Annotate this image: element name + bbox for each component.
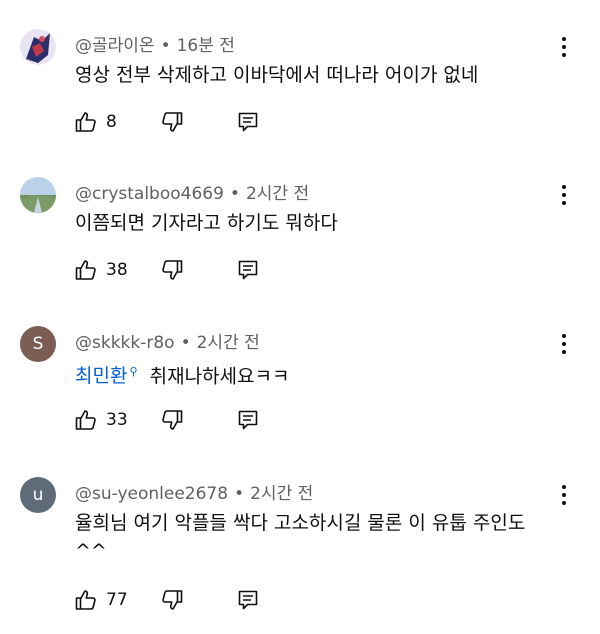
- dislike-button[interactable]: [160, 407, 184, 433]
- author-handle[interactable]: @crystalboo4669: [75, 184, 224, 204]
- more-vertical-icon[interactable]: [555, 35, 573, 59]
- more-vertical-icon[interactable]: [555, 183, 573, 207]
- avatar[interactable]: [20, 29, 56, 65]
- comment-time[interactable]: 16분 전: [177, 36, 235, 56]
- dislike-button[interactable]: [160, 257, 184, 283]
- dislike-button[interactable]: [160, 109, 184, 135]
- reply-button[interactable]: [236, 257, 260, 283]
- reply-icon: [238, 112, 258, 132]
- thumbs-up-icon: [75, 260, 96, 280]
- reply-icon: [238, 260, 258, 280]
- comment-actions: 77: [74, 587, 294, 613]
- author-handle[interactable]: @골라이온: [75, 36, 155, 56]
- comment-meta: @crystalboo4669 • 2시간 전: [75, 179, 309, 204]
- comment-time[interactable]: 2시간 전: [250, 484, 313, 504]
- author-handle[interactable]: @su-yeonlee2678: [75, 484, 228, 504]
- avatar-letter: S: [32, 334, 44, 354]
- thumbs-up-icon: [75, 590, 96, 610]
- comment-actions: 38: [74, 257, 294, 283]
- reply-button[interactable]: [236, 407, 260, 433]
- avatar-image: [20, 29, 56, 65]
- like-count: 77: [106, 590, 128, 610]
- like-count: 38: [106, 260, 128, 280]
- more-vertical-icon[interactable]: [555, 483, 573, 507]
- comment-text: 이쯤되면 기자라고 하기도 뭐하다: [75, 212, 338, 234]
- avatar-letter: u: [32, 485, 44, 505]
- thumbs-up-icon: [75, 410, 96, 430]
- comment-body: 취재나하세요ㅋㅋ: [149, 365, 290, 388]
- comment-text: 최민환 ⚲ 취재나하세요ㅋㅋ: [75, 358, 555, 390]
- author-handle[interactable]: @skkkk-r8o: [75, 333, 175, 353]
- comment-meta: @skkkk-r8o • 2시간 전: [75, 328, 260, 353]
- comment-time[interactable]: 2시간 전: [246, 184, 309, 204]
- separator-dot: •: [229, 184, 240, 204]
- separator-dot: •: [234, 484, 245, 504]
- comment-actions: 33: [74, 407, 294, 433]
- mention-link[interactable]: 최민환 ⚲: [75, 365, 138, 387]
- comment-time[interactable]: 2시간 전: [197, 333, 260, 353]
- like-button[interactable]: 38: [74, 257, 128, 283]
- search-icon: ⚲: [129, 365, 138, 378]
- avatar[interactable]: S: [20, 326, 56, 362]
- comment-text: 영상 전부 삭제하고 이바닥에서 떠나라 어이가 없네: [75, 64, 479, 86]
- reply-button[interactable]: [236, 587, 260, 613]
- avatar[interactable]: [20, 177, 56, 213]
- like-button[interactable]: 77: [74, 587, 128, 613]
- thumbs-down-icon: [162, 590, 183, 610]
- thumbs-down-icon: [162, 112, 183, 132]
- like-button[interactable]: 8: [74, 109, 117, 135]
- reply-icon: [238, 410, 258, 430]
- more-vertical-icon[interactable]: [555, 332, 573, 356]
- separator-dot: •: [180, 333, 191, 353]
- thumbs-down-icon: [162, 410, 183, 430]
- comment-actions: 8: [74, 109, 294, 135]
- reply-icon: [238, 590, 258, 610]
- comment-text: 율희님 여기 악플들 싹다 고소하시길 물론 이 유툽 주인도 ^^: [75, 512, 526, 562]
- like-count: 8: [106, 112, 117, 132]
- reply-button[interactable]: [236, 109, 260, 135]
- separator-dot: •: [160, 36, 171, 56]
- avatar[interactable]: u: [20, 477, 56, 513]
- mention-name: 최민환: [75, 365, 128, 388]
- comment-meta: @골라이온 • 16분 전: [75, 31, 235, 56]
- like-button[interactable]: 33: [74, 407, 128, 433]
- comment-meta: @su-yeonlee2678 • 2시간 전: [75, 479, 313, 504]
- thumbs-down-icon: [162, 260, 183, 280]
- thumbs-up-icon: [75, 112, 96, 132]
- dislike-button[interactable]: [160, 587, 184, 613]
- like-count: 33: [106, 410, 128, 430]
- avatar-image: [20, 177, 56, 213]
